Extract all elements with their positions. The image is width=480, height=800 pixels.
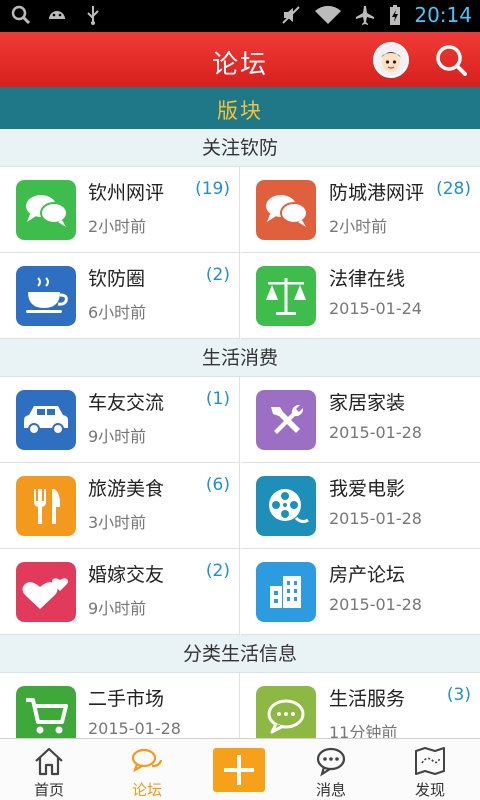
tools-icon bbox=[256, 390, 316, 450]
board-count: (2) bbox=[205, 265, 230, 285]
avatar[interactable] bbox=[373, 42, 409, 78]
section-header: 版块 bbox=[0, 87, 480, 138]
board-name: 生活服务 bbox=[329, 688, 406, 710]
forum-board-fangchenggang-review[interactable]: 防城港网评 2小时前 (28) bbox=[241, 167, 480, 253]
board-count: (1) bbox=[205, 389, 230, 409]
board-time: 2015-01-28 bbox=[88, 719, 181, 738]
board-time: 2015-01-28 bbox=[329, 595, 422, 614]
status-bar: 20:14 bbox=[0, 0, 480, 32]
shopping-cart-icon bbox=[16, 686, 76, 746]
tab-home-label: 首页 bbox=[33, 781, 64, 799]
car-icon bbox=[16, 390, 76, 450]
board-time: 2小时前 bbox=[329, 217, 388, 236]
forum-board-travel-food[interactable]: 旅游美食 3小时前 (6) bbox=[0, 463, 240, 549]
forum-board-movies[interactable]: 我爱电影 2015-01-28 bbox=[241, 463, 480, 549]
discover-map-icon bbox=[415, 747, 445, 775]
board-time: 2015-01-28 bbox=[329, 509, 422, 528]
board-count: (19) bbox=[195, 179, 230, 199]
search-button[interactable] bbox=[432, 41, 470, 79]
status-clock: 20:14 bbox=[414, 3, 472, 27]
chat-bubbles-icon bbox=[16, 180, 76, 240]
forum-board-qinfang-circle[interactable]: 钦防圈 6小时前 (2) bbox=[0, 253, 240, 339]
tab-forum-label: 论坛 bbox=[131, 781, 162, 799]
board-name: 房产论坛 bbox=[329, 564, 406, 586]
board-time: 2小时前 bbox=[88, 217, 147, 236]
scales-icon bbox=[256, 266, 316, 326]
tab-messages-label: 消息 bbox=[315, 781, 346, 799]
fork-knife-icon bbox=[16, 476, 76, 536]
battery-charging-icon bbox=[390, 5, 401, 25]
board-count: (2) bbox=[205, 561, 230, 581]
forum-board-law-online[interactable]: 法律在线 2015-01-24 bbox=[241, 253, 480, 339]
usb-icon bbox=[87, 6, 99, 25]
tab-forum[interactable]: 论坛 bbox=[99, 739, 195, 800]
add-icon bbox=[224, 755, 254, 785]
board-name: 我爱电影 bbox=[329, 478, 406, 500]
board-time: 3小时前 bbox=[88, 513, 147, 532]
forum-board-qinzhou-review[interactable]: 钦州网评 2小时前 (19) bbox=[0, 167, 240, 253]
board-name: 法律在线 bbox=[329, 268, 406, 290]
add-post-button[interactable] bbox=[213, 748, 265, 792]
board-name: 钦州网评 bbox=[88, 182, 165, 204]
tab-discover[interactable]: 发现 bbox=[382, 739, 478, 800]
board-count: (28) bbox=[436, 179, 471, 199]
board-time: 6小时前 bbox=[88, 303, 147, 322]
board-name: 二手市场 bbox=[88, 688, 165, 710]
avatar-face-icon bbox=[375, 44, 407, 76]
buildings-icon bbox=[256, 562, 316, 622]
forum-board-car-club[interactable]: 车友交流 9小时前 (1) bbox=[0, 377, 240, 463]
tab-discover-label: 发现 bbox=[414, 781, 445, 799]
board-name: 家居家装 bbox=[329, 392, 406, 414]
forum-board-real-estate[interactable]: 房产论坛 2015-01-28 bbox=[241, 549, 480, 635]
forum-board-home-decoration[interactable]: 家居家装 2015-01-28 bbox=[241, 377, 480, 463]
forum-board-dating[interactable]: 婚嫁交友 9小时前 (2) bbox=[0, 549, 240, 635]
board-name: 防城港网评 bbox=[329, 182, 425, 204]
airplane-icon bbox=[356, 6, 375, 25]
board-name: 钦防圈 bbox=[88, 268, 146, 290]
section-title: 版块 bbox=[217, 99, 263, 123]
board-name: 车友交流 bbox=[88, 392, 165, 414]
tab-messages[interactable]: 消息 bbox=[283, 739, 379, 800]
search-icon bbox=[11, 5, 31, 25]
tab-home[interactable]: 首页 bbox=[1, 739, 97, 800]
board-time: 9小时前 bbox=[88, 427, 147, 446]
coffee-cup-icon bbox=[16, 266, 76, 326]
title-bar: 论坛 bbox=[0, 32, 480, 87]
board-time: 2015-01-24 bbox=[329, 299, 422, 318]
home-icon bbox=[35, 747, 63, 776]
board-time: 9小时前 bbox=[88, 599, 147, 618]
group-header-life-consumption: 生活消费 bbox=[0, 339, 480, 377]
bottom-tab-bar: 首页 论坛 消息 发现 bbox=[0, 738, 480, 800]
board-count: (6) bbox=[205, 475, 230, 495]
group-header-follow: 关注钦防 bbox=[0, 129, 480, 167]
board-time: 2015-01-28 bbox=[329, 423, 422, 442]
board-name: 婚嫁交友 bbox=[88, 564, 165, 586]
hearts-icon bbox=[16, 562, 76, 622]
chat-bubbles-icon bbox=[256, 180, 316, 240]
wifi-icon bbox=[315, 5, 342, 25]
android-icon bbox=[49, 11, 65, 19]
speech-bubble-icon bbox=[256, 686, 316, 746]
message-icon bbox=[316, 747, 346, 777]
mute-icon bbox=[282, 6, 301, 24]
board-count: (3) bbox=[446, 685, 471, 705]
group-header-classifieds: 分类生活信息 bbox=[0, 635, 480, 673]
forum-icon bbox=[131, 748, 163, 773]
board-name: 旅游美食 bbox=[88, 478, 165, 500]
film-reel-icon bbox=[256, 476, 316, 536]
